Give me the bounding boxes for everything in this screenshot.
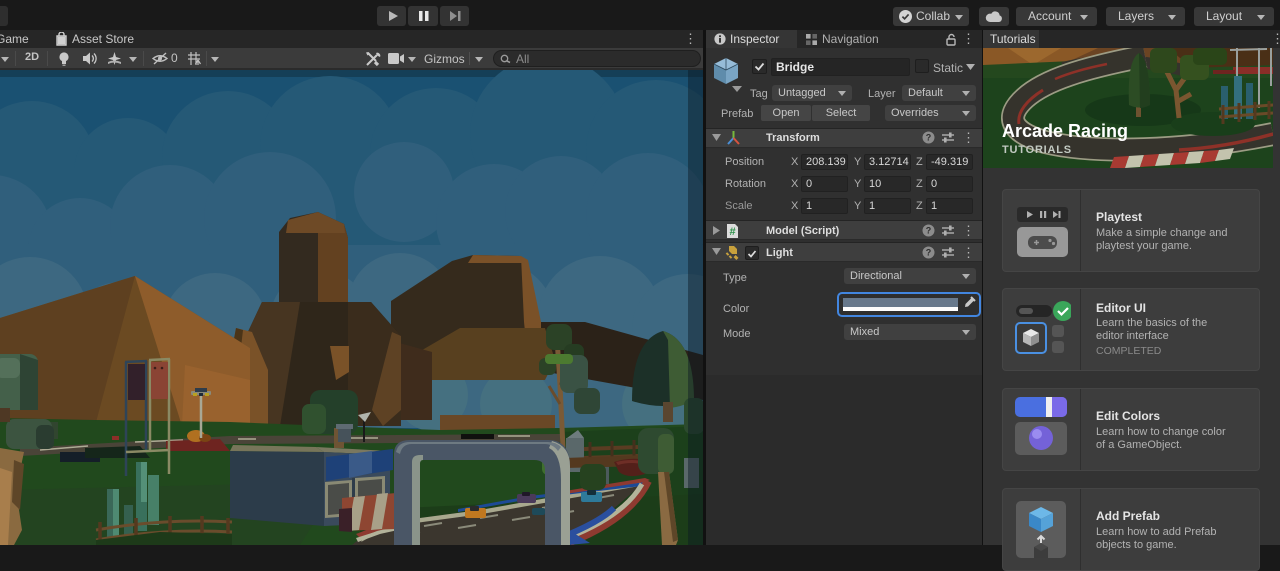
svg-text:#: # (729, 226, 735, 238)
svg-text:TUTORIALS: TUTORIALS (1002, 144, 1072, 156)
svg-text:Arcade Racing: Arcade Racing (1002, 121, 1128, 141)
svg-text:?: ? (926, 248, 932, 258)
svg-text:?: ? (926, 133, 932, 143)
svg-text:?: ? (926, 226, 932, 236)
